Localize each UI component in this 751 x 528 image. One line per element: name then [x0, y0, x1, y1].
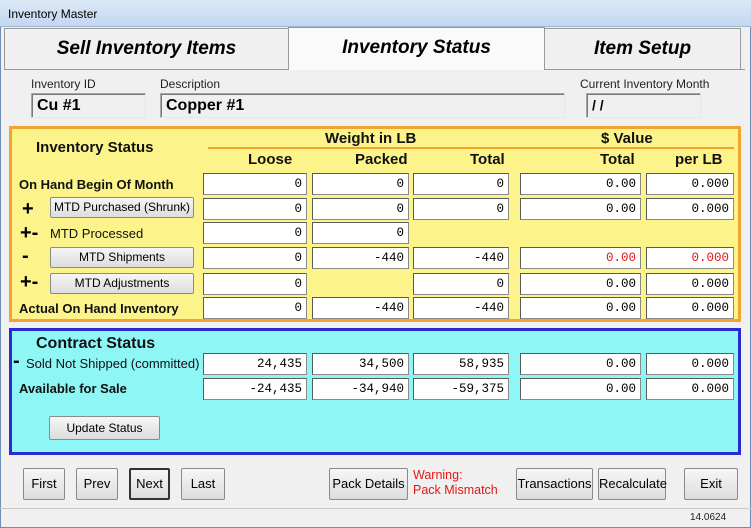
mtd-shipments-value-total: 0.00: [520, 247, 641, 269]
on-hand-begin-value-total: 0.00: [520, 173, 641, 195]
pack-details-button[interactable]: Pack Details: [329, 468, 408, 500]
sign-plus-minus: +-: [20, 271, 39, 293]
sold-not-shipped-total: 58,935: [413, 353, 509, 375]
available-for-sale-packed: -34,940: [312, 378, 409, 400]
mtd-purchased-per-lb: 0.000: [646, 198, 734, 220]
status-bar-divider: [0, 508, 751, 509]
first-record-button[interactable]: First: [23, 468, 65, 500]
description-label: Description: [160, 77, 221, 91]
update-status-button[interactable]: Update Status: [49, 416, 160, 440]
sold-not-shipped-packed: 34,500: [312, 353, 409, 375]
previous-record-button[interactable]: Prev: [76, 468, 118, 500]
window-title: Inventory Master: [8, 7, 98, 21]
current-month-field[interactable]: / /: [586, 93, 701, 118]
sold-not-shipped-per-lb: 0.000: [646, 353, 734, 375]
mtd-shipments-button[interactable]: MTD Shipments: [50, 247, 194, 268]
value-group-header: $ Value: [601, 130, 653, 147]
sign-plus-minus: +-: [20, 222, 39, 244]
row-label-on-hand-begin: On Hand Begin Of Month: [19, 177, 174, 192]
sign-minus: -: [22, 245, 29, 267]
mtd-purchased-packed: 0: [312, 198, 409, 220]
mtd-processed-packed: 0: [312, 222, 409, 244]
mtd-shipments-packed: -440: [312, 247, 409, 269]
actual-on-hand-per-lb: 0.000: [646, 297, 734, 319]
available-for-sale-total: -59,375: [413, 378, 509, 400]
mtd-adjustments-loose: 0: [203, 273, 307, 295]
col-header-per-lb: per LB: [675, 151, 723, 168]
tab-inventory-status[interactable]: Inventory Status: [288, 27, 545, 70]
sold-not-shipped-loose: 24,435: [203, 353, 307, 375]
recalculate-button[interactable]: Recalculate: [598, 468, 667, 500]
weight-group-header: Weight in LB: [325, 130, 417, 147]
version-label: 14.0624: [690, 512, 727, 523]
col-header-packed: Packed: [355, 151, 408, 168]
mtd-shipments-per-lb: 0.000: [646, 247, 734, 269]
mtd-adjustments-total: 0: [413, 273, 509, 295]
last-record-button[interactable]: Last: [181, 468, 225, 500]
mtd-purchased-value-total: 0.00: [520, 198, 641, 220]
tab-sell-inventory-items[interactable]: Sell Inventory Items: [4, 28, 289, 70]
col-header-weight-total: Total: [470, 151, 505, 168]
sign-minus: -: [13, 350, 20, 372]
current-month-label: Current Inventory Month: [580, 77, 710, 91]
actual-on-hand-packed: -440: [312, 297, 409, 319]
title-bar: [0, 0, 751, 27]
mtd-purchased-total: 0: [413, 198, 509, 220]
actual-on-hand-total: -440: [413, 297, 509, 319]
row-label-available-for-sale: Available for Sale: [19, 381, 127, 396]
available-for-sale-loose: -24,435: [203, 378, 307, 400]
on-hand-begin-per-lb: 0.000: [646, 173, 734, 195]
on-hand-begin-total: 0: [413, 173, 509, 195]
warning-label: Warning:: [413, 468, 463, 482]
transactions-button[interactable]: Transactions: [516, 468, 593, 500]
inventory-id-label: Inventory ID: [31, 77, 96, 91]
mtd-adjustments-value-total: 0.00: [520, 273, 641, 295]
mtd-purchased-button[interactable]: MTD Purchased (Shrunk): [50, 197, 194, 218]
pack-mismatch-warning: Warning: Pack Mismatch: [413, 468, 498, 498]
warning-message: Pack Mismatch: [413, 483, 498, 497]
mtd-adjustments-per-lb: 0.000: [646, 273, 734, 295]
available-for-sale-value-total: 0.00: [520, 378, 641, 400]
contract-status-title: Contract Status: [36, 335, 156, 352]
actual-on-hand-value-total: 0.00: [520, 297, 641, 319]
row-label-actual-on-hand: Actual On Hand Inventory: [19, 301, 179, 316]
exit-button[interactable]: Exit: [684, 468, 738, 500]
inventory-status-title: Inventory Status: [36, 139, 154, 156]
on-hand-begin-packed: 0: [312, 173, 409, 195]
available-for-sale-per-lb: 0.000: [646, 378, 734, 400]
row-label-sold-not-shipped: Sold Not Shipped (committed): [26, 356, 200, 371]
header-divider: [208, 147, 734, 149]
row-label-mtd-processed: MTD Processed: [50, 226, 144, 241]
mtd-processed-loose: 0: [203, 222, 307, 244]
mtd-purchased-loose: 0: [203, 198, 307, 220]
inventory-id-field[interactable]: Cu #1: [31, 93, 146, 118]
actual-on-hand-loose: 0: [203, 297, 307, 319]
mtd-shipments-total: -440: [413, 247, 509, 269]
sold-not-shipped-value-total: 0.00: [520, 353, 641, 375]
mtd-shipments-loose: 0: [203, 247, 307, 269]
col-header-value-total: Total: [600, 151, 635, 168]
next-record-button[interactable]: Next: [129, 468, 170, 500]
description-field[interactable]: Copper #1: [160, 93, 565, 118]
sign-plus: +: [22, 198, 34, 220]
tab-item-setup[interactable]: Item Setup: [544, 28, 741, 70]
col-header-loose: Loose: [248, 151, 293, 168]
mtd-adjustments-button[interactable]: MTD Adjustments: [50, 273, 194, 294]
on-hand-begin-loose: 0: [203, 173, 307, 195]
